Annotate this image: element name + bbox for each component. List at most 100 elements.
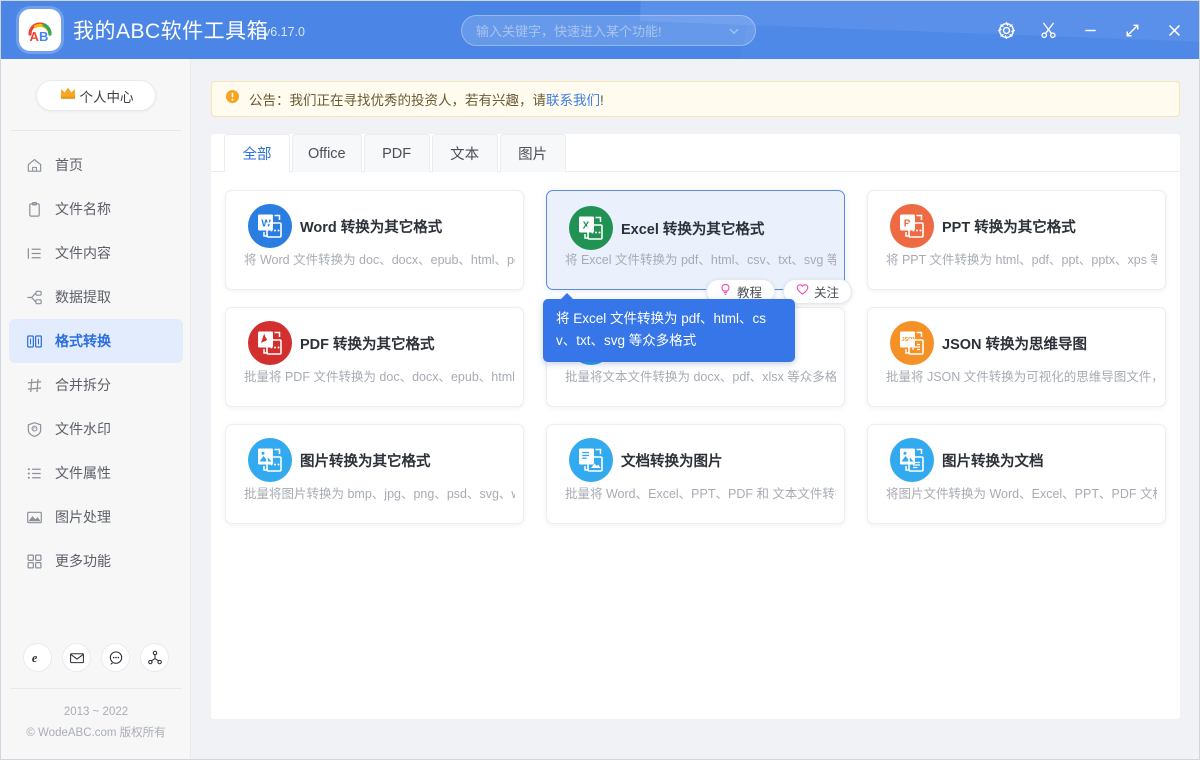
doc-to-image-icon	[569, 438, 613, 482]
feature-card-image-convert[interactable]: 图片转换为其它格式 批量将图片转换为 bmp、jpg、png、psd、svg、w	[225, 424, 524, 524]
share-icon[interactable]	[140, 643, 169, 672]
card-title: Word 转换为其它格式	[300, 216, 442, 237]
svg-text:B: B	[39, 29, 48, 44]
announcement-bar: 公告：我们正在寻找优秀的投资人，若有兴趣，请联系我们!	[211, 81, 1180, 117]
data-extract-icon	[26, 289, 43, 306]
category-tabs: 全部 Office PDF 文本 图片	[211, 134, 1180, 172]
feature-card-json-mindmap[interactable]: JSON JSON 转换为思维导图 批量将 JSON 文件转换为可视化的思维导图…	[867, 307, 1166, 407]
sidebar-item-data-extract[interactable]: 数据提取	[9, 275, 183, 319]
copyright-years: 2013 ~ 2022	[1, 702, 191, 723]
close-button[interactable]	[1153, 10, 1195, 50]
warning-icon	[225, 89, 240, 109]
sidebar-item-format-convert[interactable]: 格式转换	[9, 319, 183, 363]
sidebar: 个人中心 首页 文件名称 文件内容	[1, 59, 191, 760]
card-description: 将 Word 文件转换为 doc、docx、epub、html、pd	[244, 249, 515, 268]
personal-center-button[interactable]: 个人中心	[36, 80, 156, 111]
bulb-icon	[719, 283, 732, 301]
ppt-convert-icon: P	[890, 204, 934, 248]
sidebar-item-watermark[interactable]: P 文件水印	[9, 407, 183, 451]
chat-icon[interactable]	[101, 643, 130, 672]
tab-office[interactable]: Office	[292, 134, 362, 172]
app-window: A B 我的ABC软件工具箱 v6.17.0 输入关键字，快速进入某个功能!	[0, 0, 1200, 760]
settings-button[interactable]	[985, 10, 1027, 50]
sidebar-item-home[interactable]: 首页	[9, 143, 183, 187]
main-content: 公告：我们正在寻找优秀的投资人，若有兴趣，请联系我们! 全部 Office PD…	[191, 59, 1200, 760]
chevron-down-icon[interactable]	[727, 24, 755, 38]
tab-text[interactable]: 文本	[432, 134, 498, 172]
svg-text:e: e	[32, 651, 38, 665]
card-description: 批量将图片转换为 bmp、jpg、png、psd、svg、w	[244, 483, 515, 502]
feature-card-pdf-convert[interactable]: PDF 转换为其它格式 批量将 PDF 文件转换为 doc、docx、epub、…	[225, 307, 524, 407]
tab-pdf[interactable]: PDF	[364, 134, 430, 172]
more-features-icon	[26, 553, 43, 570]
tab-all[interactable]: 全部	[224, 134, 290, 172]
tooltip-text: 将 Excel 文件转换为 pdf、html、csv、txt、svg 等众多格式	[556, 308, 782, 352]
card-title: 图片转换为其它格式	[300, 450, 431, 471]
card-title: PDF 转换为其它格式	[300, 333, 435, 354]
sidebar-item-file-name[interactable]: 文件名称	[9, 187, 183, 231]
sidebar-item-image-process[interactable]: 图片处理	[9, 495, 183, 539]
window-controls	[985, 10, 1195, 50]
minimize-button[interactable]	[1069, 10, 1111, 50]
image-to-doc-icon	[890, 438, 934, 482]
sidebar-social-links: e	[1, 643, 191, 672]
tab-label: PDF	[382, 146, 411, 162]
sidebar-item-file-content[interactable]: 文件内容	[9, 231, 183, 275]
sidebar-item-label: 图片处理	[55, 507, 111, 527]
follow-label: 关注	[814, 282, 839, 301]
browser-icon[interactable]: e	[23, 643, 52, 672]
excel-convert-icon: X	[569, 206, 613, 250]
card-description: 批量将 Word、Excel、PPT、PDF 和 文本文件转换为	[565, 483, 836, 502]
card-description: 将 PPT 文件转换为 html、pdf、ppt、pptx、xps 等	[886, 249, 1157, 268]
copyright-text: © WodeABC.com 版权所有	[1, 723, 191, 744]
sidebar-item-more-features[interactable]: 更多功能	[9, 539, 183, 583]
mail-icon[interactable]	[62, 643, 91, 672]
card-description: 将图片文件转换为 Word、Excel、PPT、PDF 文档格	[886, 483, 1157, 502]
card-title: 文档转换为图片	[621, 450, 723, 471]
tab-image[interactable]: 图片	[500, 134, 566, 172]
snip-button[interactable]	[1027, 10, 1069, 50]
copyright-block: 2013 ~ 2022 © WodeABC.com 版权所有	[1, 702, 191, 744]
sidebar-item-label: 合并拆分	[55, 375, 111, 395]
file-properties-icon	[26, 465, 43, 482]
merge-split-icon	[26, 377, 43, 394]
crown-icon	[59, 85, 77, 106]
format-convert-icon	[26, 333, 43, 350]
sidebar-item-label: 更多功能	[55, 551, 111, 571]
feature-card-excel-convert[interactable]: X Excel 转换为其它格式 将 Excel 文件转换为 pdf、html、c…	[546, 190, 845, 290]
app-title: 我的ABC软件工具箱	[73, 15, 268, 45]
personal-center-label: 个人中心	[80, 86, 134, 106]
sidebar-nav: 首页 文件名称 文件内容 数据提取	[1, 143, 191, 583]
file-content-icon	[26, 245, 43, 262]
sidebar-item-merge-split[interactable]: 合并拆分	[9, 363, 183, 407]
announcement-text: 公告：我们正在寻找优秀的投资人，若有兴趣，请联系我们!	[249, 89, 604, 109]
card-title: PPT 转换为其它格式	[942, 216, 1076, 237]
contact-us-link[interactable]: 联系我们	[546, 93, 600, 108]
feature-card-doc-to-image[interactable]: 文档转换为图片 批量将 Word、Excel、PPT、PDF 和 文本文件转换为	[546, 424, 845, 524]
file-name-icon	[26, 201, 43, 218]
sidebar-item-label: 文件水印	[55, 419, 111, 439]
tab-label: 图片	[518, 143, 547, 164]
tab-label: 文本	[450, 143, 479, 164]
svg-text:A: A	[30, 29, 40, 44]
feature-card-word-convert[interactable]: W Word 转换为其它格式 将 Word 文件转换为 doc、docx、epu…	[225, 190, 524, 290]
home-icon	[26, 157, 43, 174]
search-placeholder: 输入关键字，快速进入某个功能!	[462, 21, 727, 40]
word-convert-icon: W	[248, 204, 292, 248]
sidebar-item-label: 首页	[55, 155, 83, 175]
sidebar-item-label: 数据提取	[55, 287, 111, 307]
json-convert-icon: JSON	[890, 321, 934, 365]
card-title: JSON 转换为思维导图	[942, 333, 1087, 354]
maximize-button[interactable]	[1111, 10, 1153, 50]
feature-card-image-to-doc[interactable]: 图片转换为文档 将图片文件转换为 Word、Excel、PPT、PDF 文档格	[867, 424, 1166, 524]
heart-icon	[796, 283, 809, 301]
sidebar-item-file-properties[interactable]: 文件属性	[9, 451, 183, 495]
sidebar-item-label: 格式转换	[55, 331, 111, 351]
feature-card-ppt-convert[interactable]: P PPT 转换为其它格式 将 PPT 文件转换为 html、pdf、ppt、p…	[867, 190, 1166, 290]
image-convert-icon	[248, 438, 292, 482]
title-bar: A B 我的ABC软件工具箱 v6.17.0 输入关键字，快速进入某个功能!	[1, 1, 1200, 59]
search-input[interactable]: 输入关键字，快速进入某个功能!	[461, 15, 756, 46]
pdf-convert-icon	[248, 321, 292, 365]
sidebar-footer-divider	[11, 688, 181, 689]
card-description: 批量将 JSON 文件转换为可视化的思维导图文件，在	[886, 366, 1157, 385]
